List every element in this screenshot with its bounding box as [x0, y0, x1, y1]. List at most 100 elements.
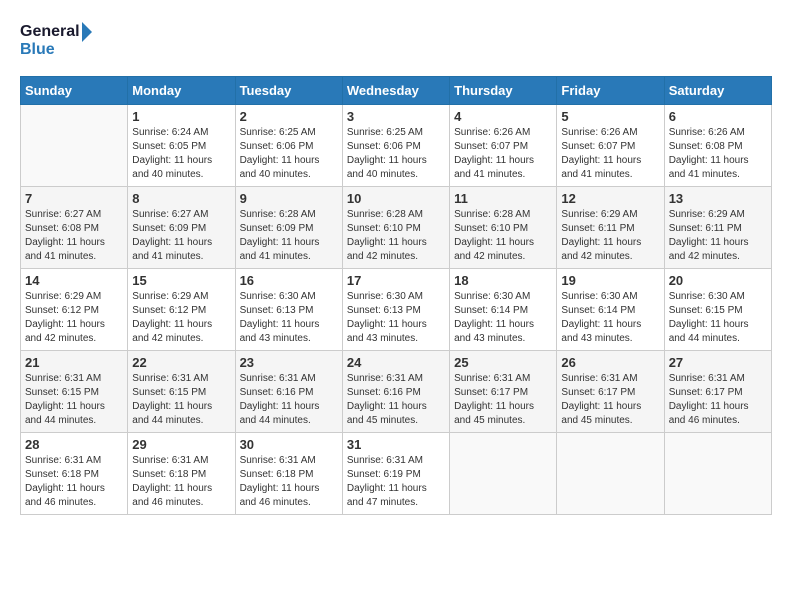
- calendar-week-row: 21Sunrise: 6:31 AM Sunset: 6:15 PM Dayli…: [21, 351, 772, 433]
- day-info: Sunrise: 6:25 AM Sunset: 6:06 PM Dayligh…: [240, 126, 338, 182]
- day-info: Sunrise: 6:30 AM Sunset: 6:13 PM Dayligh…: [240, 290, 338, 346]
- day-number: 22: [132, 355, 230, 370]
- calendar-cell: 18 Sunrise: 6:30 AM Sunset: 6:14 PM Dayli…: [450, 269, 557, 351]
- day-number: 26: [561, 355, 659, 370]
- day-number: 5: [561, 109, 659, 124]
- page-header: GeneralBlue: [20, 20, 772, 60]
- calendar-cell: 9 Sunrise: 6:28 AM Sunset: 6:09 PM Daylig…: [235, 187, 342, 269]
- day-info: Sunrise: 6:31 AM Sunset: 6:17 PM Dayligh…: [454, 372, 552, 428]
- weekday-header: Wednesday: [342, 77, 449, 105]
- day-info: Sunrise: 6:31 AM Sunset: 6:17 PM Dayligh…: [561, 372, 659, 428]
- day-number: 28: [25, 437, 123, 452]
- calendar-cell: 12 Sunrise: 6:29 AM Sunset: 6:11 PM Dayli…: [557, 187, 664, 269]
- day-info: Sunrise: 6:31 AM Sunset: 6:18 PM Dayligh…: [132, 454, 230, 510]
- day-number: 29: [132, 437, 230, 452]
- day-number: 9: [240, 191, 338, 206]
- calendar-week-row: 1 Sunrise: 6:24 AM Sunset: 6:05 PM Daylig…: [21, 105, 772, 187]
- weekday-header: Thursday: [450, 77, 557, 105]
- calendar-cell: [664, 433, 771, 515]
- calendar-cell: 16 Sunrise: 6:30 AM Sunset: 6:13 PM Dayli…: [235, 269, 342, 351]
- day-info: Sunrise: 6:24 AM Sunset: 6:05 PM Dayligh…: [132, 126, 230, 182]
- day-info: Sunrise: 6:29 AM Sunset: 6:11 PM Dayligh…: [669, 208, 767, 264]
- calendar-week-row: 14 Sunrise: 6:29 AM Sunset: 6:12 PM Dayli…: [21, 269, 772, 351]
- day-number: 16: [240, 273, 338, 288]
- calendar-cell: 8 Sunrise: 6:27 AM Sunset: 6:09 PM Daylig…: [128, 187, 235, 269]
- day-number: 13: [669, 191, 767, 206]
- day-info: Sunrise: 6:29 AM Sunset: 6:12 PM Dayligh…: [25, 290, 123, 346]
- day-info: Sunrise: 6:25 AM Sunset: 6:06 PM Dayligh…: [347, 126, 445, 182]
- calendar-body: 1 Sunrise: 6:24 AM Sunset: 6:05 PM Daylig…: [21, 105, 772, 515]
- calendar-week-row: 28 Sunrise: 6:31 AM Sunset: 6:18 PM Dayli…: [21, 433, 772, 515]
- calendar-cell: 15 Sunrise: 6:29 AM Sunset: 6:12 PM Dayli…: [128, 269, 235, 351]
- calendar-cell: 7 Sunrise: 6:27 AM Sunset: 6:08 PM Daylig…: [21, 187, 128, 269]
- day-number: 10: [347, 191, 445, 206]
- day-info: Sunrise: 6:31 AM Sunset: 6:17 PM Dayligh…: [669, 372, 767, 428]
- logo-svg: GeneralBlue: [20, 20, 100, 60]
- calendar-cell: 11 Sunrise: 6:28 AM Sunset: 6:10 PM Dayli…: [450, 187, 557, 269]
- day-number: 2: [240, 109, 338, 124]
- svg-text:General: General: [20, 23, 80, 40]
- calendar-cell: 22 Sunrise: 6:31 AM Sunset: 6:15 PM Dayli…: [128, 351, 235, 433]
- day-number: 1: [132, 109, 230, 124]
- day-info: Sunrise: 6:26 AM Sunset: 6:07 PM Dayligh…: [454, 126, 552, 182]
- day-info: Sunrise: 6:27 AM Sunset: 6:08 PM Dayligh…: [25, 208, 123, 264]
- day-info: Sunrise: 6:28 AM Sunset: 6:09 PM Dayligh…: [240, 208, 338, 264]
- calendar-cell: 14 Sunrise: 6:29 AM Sunset: 6:12 PM Dayli…: [21, 269, 128, 351]
- calendar-week-row: 7 Sunrise: 6:27 AM Sunset: 6:08 PM Daylig…: [21, 187, 772, 269]
- day-info: Sunrise: 6:28 AM Sunset: 6:10 PM Dayligh…: [347, 208, 445, 264]
- day-info: Sunrise: 6:26 AM Sunset: 6:08 PM Dayligh…: [669, 126, 767, 182]
- day-number: 14: [25, 273, 123, 288]
- day-info: Sunrise: 6:29 AM Sunset: 6:12 PM Dayligh…: [132, 290, 230, 346]
- day-info: Sunrise: 6:29 AM Sunset: 6:11 PM Dayligh…: [561, 208, 659, 264]
- calendar-cell: 17Sunrise: 6:30 AM Sunset: 6:13 PM Dayli…: [342, 269, 449, 351]
- day-number: 4: [454, 109, 552, 124]
- calendar-header-row: SundayMondayTuesdayWednesdayThursdayFrid…: [21, 77, 772, 105]
- day-number: 18: [454, 273, 552, 288]
- day-info: Sunrise: 6:31 AM Sunset: 6:16 PM Dayligh…: [240, 372, 338, 428]
- calendar-cell: 3 Sunrise: 6:25 AM Sunset: 6:06 PM Daylig…: [342, 105, 449, 187]
- calendar-table: SundayMondayTuesdayWednesdayThursdayFrid…: [20, 76, 772, 515]
- day-number: 15: [132, 273, 230, 288]
- logo: GeneralBlue: [20, 20, 100, 60]
- day-number: 12: [561, 191, 659, 206]
- calendar-cell: 23 Sunrise: 6:31 AM Sunset: 6:16 PM Dayli…: [235, 351, 342, 433]
- day-number: 23: [240, 355, 338, 370]
- calendar-cell: 29 Sunrise: 6:31 AM Sunset: 6:18 PM Dayli…: [128, 433, 235, 515]
- calendar-cell: 6Sunrise: 6:26 AM Sunset: 6:08 PM Daylig…: [664, 105, 771, 187]
- day-number: 7: [25, 191, 123, 206]
- day-number: 30: [240, 437, 338, 452]
- calendar-cell: 21Sunrise: 6:31 AM Sunset: 6:15 PM Dayli…: [21, 351, 128, 433]
- day-info: Sunrise: 6:31 AM Sunset: 6:16 PM Dayligh…: [347, 372, 445, 428]
- weekday-header: Friday: [557, 77, 664, 105]
- calendar-cell: [557, 433, 664, 515]
- day-info: Sunrise: 6:27 AM Sunset: 6:09 PM Dayligh…: [132, 208, 230, 264]
- day-number: 11: [454, 191, 552, 206]
- day-number: 20: [669, 273, 767, 288]
- calendar-cell: 2 Sunrise: 6:25 AM Sunset: 6:06 PM Daylig…: [235, 105, 342, 187]
- svg-text:Blue: Blue: [20, 41, 55, 58]
- calendar-cell: 30Sunrise: 6:31 AM Sunset: 6:18 PM Dayli…: [235, 433, 342, 515]
- day-number: 24: [347, 355, 445, 370]
- weekday-header: Monday: [128, 77, 235, 105]
- calendar-cell: [450, 433, 557, 515]
- day-number: 31: [347, 437, 445, 452]
- day-info: Sunrise: 6:30 AM Sunset: 6:14 PM Dayligh…: [454, 290, 552, 346]
- day-info: Sunrise: 6:26 AM Sunset: 6:07 PM Dayligh…: [561, 126, 659, 182]
- calendar-cell: 19Sunrise: 6:30 AM Sunset: 6:14 PM Dayli…: [557, 269, 664, 351]
- weekday-header: Saturday: [664, 77, 771, 105]
- day-number: 19: [561, 273, 659, 288]
- day-number: 3: [347, 109, 445, 124]
- weekday-header: Sunday: [21, 77, 128, 105]
- day-info: Sunrise: 6:31 AM Sunset: 6:15 PM Dayligh…: [132, 372, 230, 428]
- calendar-cell: 10 Sunrise: 6:28 AM Sunset: 6:10 PM Dayli…: [342, 187, 449, 269]
- calendar-cell: 1 Sunrise: 6:24 AM Sunset: 6:05 PM Daylig…: [128, 105, 235, 187]
- day-info: Sunrise: 6:31 AM Sunset: 6:18 PM Dayligh…: [25, 454, 123, 510]
- day-info: Sunrise: 6:28 AM Sunset: 6:10 PM Dayligh…: [454, 208, 552, 264]
- calendar-cell: 31 Sunrise: 6:31 AM Sunset: 6:19 PM Dayli…: [342, 433, 449, 515]
- calendar-cell: 13 Sunrise: 6:29 AM Sunset: 6:11 PM Dayli…: [664, 187, 771, 269]
- calendar-cell: 28 Sunrise: 6:31 AM Sunset: 6:18 PM Dayli…: [21, 433, 128, 515]
- day-number: 27: [669, 355, 767, 370]
- day-number: 8: [132, 191, 230, 206]
- day-info: Sunrise: 6:31 AM Sunset: 6:19 PM Dayligh…: [347, 454, 445, 510]
- calendar-cell: [21, 105, 128, 187]
